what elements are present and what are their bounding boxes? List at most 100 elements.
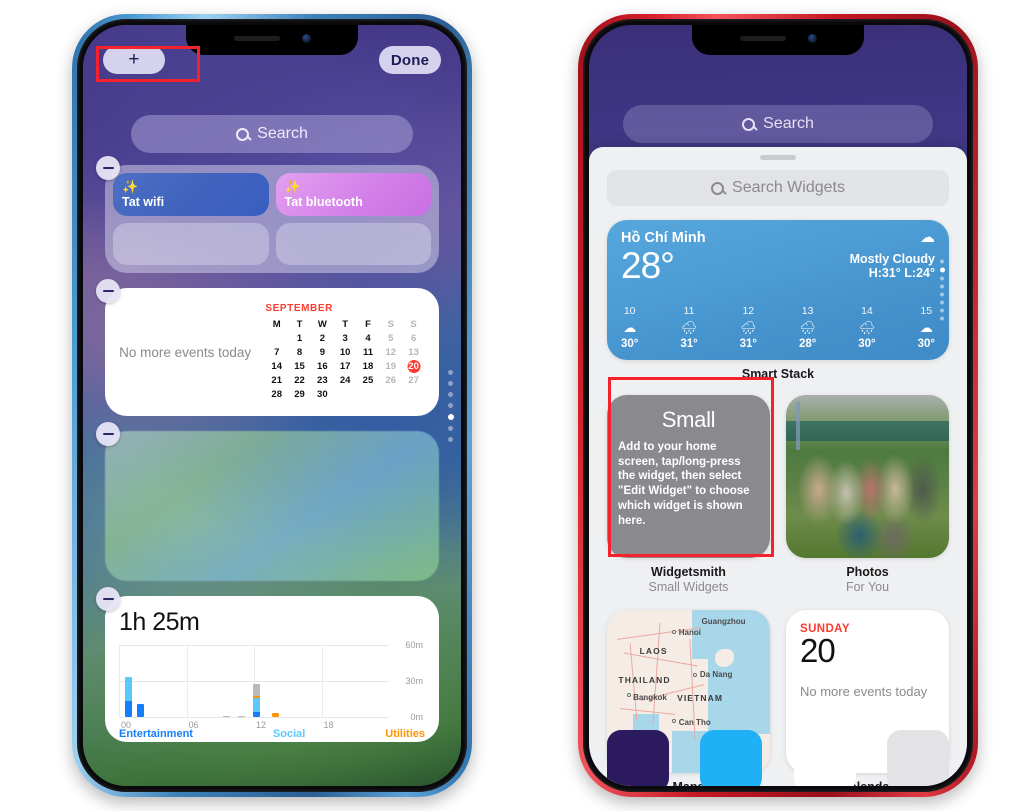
search-widgets-input[interactable]: Search Widgets bbox=[607, 170, 949, 206]
remove-widget-button-calendar[interactable] bbox=[96, 279, 120, 303]
page-dot[interactable] bbox=[448, 402, 453, 408]
widget-calendar[interactable]: No more events today SEPTEMBER MTWTFSS12… bbox=[105, 288, 439, 416]
search-bar[interactable]: Search bbox=[131, 115, 413, 153]
stack-page-dot[interactable] bbox=[940, 308, 944, 313]
search-bar[interactable]: Search bbox=[623, 105, 933, 143]
stack-page-dot[interactable] bbox=[940, 292, 944, 297]
chart-bar-segment bbox=[137, 703, 144, 717]
page-indicator-dots[interactable] bbox=[448, 369, 454, 442]
front-camera-icon bbox=[807, 33, 817, 43]
chart-gridline bbox=[119, 645, 120, 717]
calendar-weekday-header: T bbox=[296, 319, 303, 330]
app-icon-white[interactable] bbox=[793, 730, 856, 786]
chart-bar-segment bbox=[124, 701, 132, 717]
calendar-day-cell: 14 bbox=[271, 361, 282, 372]
weather-hourly-forecast: 10 ☁ 30° 11 🌧 31° 12 🌧 31° 13 🌧 28° 14 🌧 30° 15 ☁ 30° bbox=[621, 305, 935, 350]
weather-hour-column: 13 🌧 28° bbox=[799, 305, 816, 350]
app-icon-gray[interactable] bbox=[886, 730, 949, 786]
right-phone-screen: Search Search Widgets Hồ Chí Minh 28° ☁ … bbox=[589, 25, 967, 786]
stack-page-dot[interactable] bbox=[940, 267, 945, 273]
calendar-event-text: No more events today bbox=[800, 683, 928, 699]
search-icon bbox=[711, 181, 725, 195]
calendar-day-cell bbox=[357, 388, 380, 401]
app-icon-purple[interactable] bbox=[607, 730, 669, 786]
weather-summary: Mostly Cloudy H:31° L:24° bbox=[850, 252, 935, 280]
done-button[interactable]: Done bbox=[379, 46, 441, 74]
page-dot[interactable] bbox=[448, 413, 454, 420]
map-label: Can Tho bbox=[678, 717, 711, 727]
gallery-item-widgetsmith[interactable]: Small Add to your home screen, tap/long-… bbox=[607, 395, 770, 594]
shortcut-tile-empty-1[interactable] bbox=[113, 222, 269, 265]
weather-hour-label: 10 bbox=[623, 305, 636, 317]
calendar-day-cell: 19 bbox=[385, 361, 397, 372]
stack-page-dot[interactable] bbox=[940, 300, 944, 305]
sheet-grabber-handle[interactable] bbox=[760, 155, 796, 160]
remove-widget-button-screentime[interactable] bbox=[96, 587, 120, 611]
app-icon-blue[interactable] bbox=[700, 730, 763, 786]
page-dot[interactable] bbox=[448, 436, 453, 442]
calendar-weekday-header: M bbox=[272, 319, 281, 330]
page-dot[interactable] bbox=[448, 391, 453, 397]
cloud-rain-icon: 🌧 bbox=[858, 320, 876, 335]
add-widget-button[interactable]: + bbox=[103, 46, 165, 74]
calendar-day-cell: 26 bbox=[385, 375, 397, 386]
calendar-empty-text: No more events today bbox=[119, 344, 252, 360]
chart-bar-segment bbox=[124, 677, 132, 702]
chart-bar-segment bbox=[272, 713, 279, 717]
left-phone-screen: + Done Search ✨ Tat wifi ✨ Tat bluetooth… bbox=[83, 25, 461, 786]
gallery-item-photos[interactable]: Photos For You bbox=[786, 395, 949, 594]
shortcut-tile-empty-2[interactable] bbox=[275, 222, 431, 265]
stack-page-dot[interactable] bbox=[940, 276, 944, 281]
calendar-day-cell: 16 bbox=[317, 361, 328, 372]
stack-page-dots[interactable] bbox=[940, 259, 945, 321]
home-screen-app-icons[interactable] bbox=[607, 730, 949, 786]
calendar-day-cell: 6 bbox=[410, 333, 417, 344]
weather-widget[interactable]: Hồ Chí Minh 28° ☁ Mostly Cloudy H:31° L:… bbox=[607, 220, 949, 360]
smart-stack-caption: Smart Stack bbox=[607, 367, 949, 381]
calendar-day-cell bbox=[402, 388, 425, 401]
cloud-rain-icon: 🌧 bbox=[740, 320, 757, 335]
calendar-day-cell: 30 bbox=[317, 389, 328, 400]
widgetsmith-widget-preview[interactable]: Small Add to your home screen, tap/long-… bbox=[607, 395, 770, 558]
page-dot[interactable] bbox=[448, 425, 453, 431]
map-city-marker bbox=[626, 693, 631, 698]
weather-hour-column: 12 🌧 31° bbox=[740, 305, 757, 350]
page-dot[interactable] bbox=[448, 380, 453, 386]
chart-bar-segment bbox=[252, 712, 260, 717]
right-phone-device: Search Search Widgets Hồ Chí Minh 28° ☁ … bbox=[578, 14, 978, 797]
widget-gallery-grid: Small Add to your home screen, tap/long-… bbox=[607, 395, 949, 786]
chart-bar bbox=[238, 716, 246, 717]
weather-hour-label: 11 bbox=[683, 305, 695, 317]
widget-screentime[interactable]: 1h 25m 0m 30m 60m 00 06 12 18 Entertainment Soc… bbox=[105, 596, 439, 742]
widget-shortcuts[interactable]: ✨ Tat wifi ✨ Tat bluetooth bbox=[105, 165, 439, 273]
calendar-weekday-header: S bbox=[387, 319, 394, 330]
stack-page-dot[interactable] bbox=[940, 316, 944, 321]
stack-page-dot[interactable] bbox=[940, 284, 944, 289]
chart-bar bbox=[272, 713, 279, 717]
chart-bar bbox=[124, 677, 132, 717]
page-dot[interactable] bbox=[448, 369, 453, 375]
weather-high-low: H:31° L:24° bbox=[868, 266, 935, 280]
weather-hour-temp: 30° bbox=[917, 338, 935, 350]
chart-bar-segment bbox=[252, 697, 260, 713]
calendar-day-cell: 9 bbox=[319, 347, 325, 358]
chart-bar-segment bbox=[238, 716, 246, 717]
widget-placeholder[interactable] bbox=[105, 431, 439, 581]
calendar-day-cell: 17 bbox=[339, 361, 351, 372]
photos-widget-preview[interactable] bbox=[786, 395, 949, 558]
remove-widget-button-placeholder[interactable] bbox=[96, 422, 120, 446]
widget-screentime-wrapper: 1h 25m 0m 30m 60m 00 06 12 18 Entertainment Soc… bbox=[96, 587, 439, 742]
calendar-day-cell: 18 bbox=[362, 361, 374, 372]
stack-page-dot[interactable] bbox=[940, 259, 944, 264]
calendar-date-number: 20 bbox=[800, 632, 836, 669]
remove-widget-button-shortcuts[interactable] bbox=[96, 156, 120, 180]
shortcut-tile-bluetooth[interactable]: ✨ Tat bluetooth bbox=[275, 173, 431, 216]
calendar-day-cell bbox=[265, 332, 288, 345]
widget-caption-title: Smart Stack bbox=[741, 367, 815, 381]
widget-caption-subtitle: For You bbox=[845, 580, 890, 594]
calendar-day-cell: 2 bbox=[319, 333, 325, 344]
cloud-rain-icon: 🌧 bbox=[680, 320, 698, 335]
shortcut-tile-wifi[interactable]: ✨ Tat wifi bbox=[113, 173, 269, 216]
magic-wand-icon: ✨ bbox=[122, 179, 139, 194]
weather-city: Hồ Chí Minh bbox=[621, 230, 706, 246]
